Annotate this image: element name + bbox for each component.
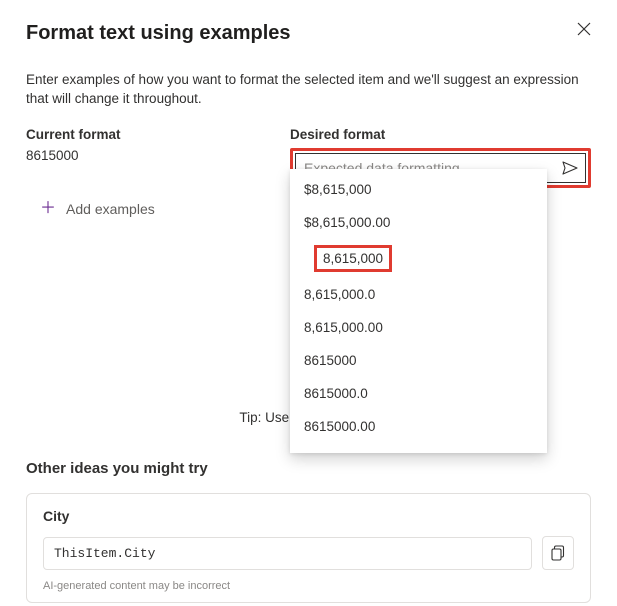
- format-text-dialog: Format text using examples Enter example…: [0, 0, 617, 606]
- format-columns: Current format 8615000 ＋ Add examples De…: [26, 127, 591, 219]
- add-examples-button[interactable]: ＋ Add examples: [26, 199, 169, 219]
- format-suggestions-dropdown: $8,615,000 $8,615,000.00 8,615,000 8,615…: [290, 169, 547, 453]
- plus-icon: ＋: [40, 201, 56, 217]
- other-ideas-section: Other ideas you might try City ThisItem.…: [26, 460, 591, 603]
- submit-format-button[interactable]: [560, 159, 580, 177]
- suggestion-item-row: 8,615,000: [290, 239, 547, 278]
- suggestion-item[interactable]: 8615000: [290, 344, 547, 377]
- suggestion-item[interactable]: 8,615,000.00: [290, 311, 547, 344]
- suggestion-item-highlighted[interactable]: 8,615,000: [314, 245, 392, 272]
- add-examples-label: Add examples: [66, 201, 155, 217]
- idea-code-row: ThisItem.City: [43, 536, 574, 570]
- copy-expression-button[interactable]: [542, 536, 574, 570]
- dialog-title: Format text using examples: [26, 22, 291, 45]
- close-icon: [577, 22, 591, 36]
- suggestion-item[interactable]: 8615000.0: [290, 377, 547, 410]
- dialog-intro: Enter examples of how you want to format…: [26, 71, 591, 109]
- desired-format-column: Desired format $8,615,000 $8,615,000.00 …: [290, 127, 591, 219]
- idea-card-label: City: [43, 508, 574, 524]
- other-ideas-heading: Other ideas you might try: [26, 460, 591, 477]
- suggestion-item[interactable]: 8615000.00: [290, 410, 547, 443]
- copy-icon: [551, 545, 565, 561]
- close-button[interactable]: [573, 18, 595, 40]
- send-icon: [562, 161, 578, 175]
- ai-disclaimer: AI-generated content may be incorrect: [43, 580, 574, 592]
- current-format-label: Current format: [26, 127, 290, 142]
- current-format-column: Current format 8615000 ＋ Add examples: [26, 127, 290, 219]
- suggestion-item[interactable]: $8,615,000: [290, 173, 547, 206]
- idea-expression: ThisItem.City: [43, 537, 532, 570]
- desired-format-label: Desired format: [290, 127, 591, 142]
- suggestion-item[interactable]: 8,615,000.0: [290, 278, 547, 311]
- current-format-value: 8615000: [26, 148, 290, 163]
- suggestion-item[interactable]: $8,615,000.00: [290, 206, 547, 239]
- idea-card: City ThisItem.City AI-generated content …: [26, 493, 591, 603]
- dialog-header: Format text using examples: [26, 22, 591, 45]
